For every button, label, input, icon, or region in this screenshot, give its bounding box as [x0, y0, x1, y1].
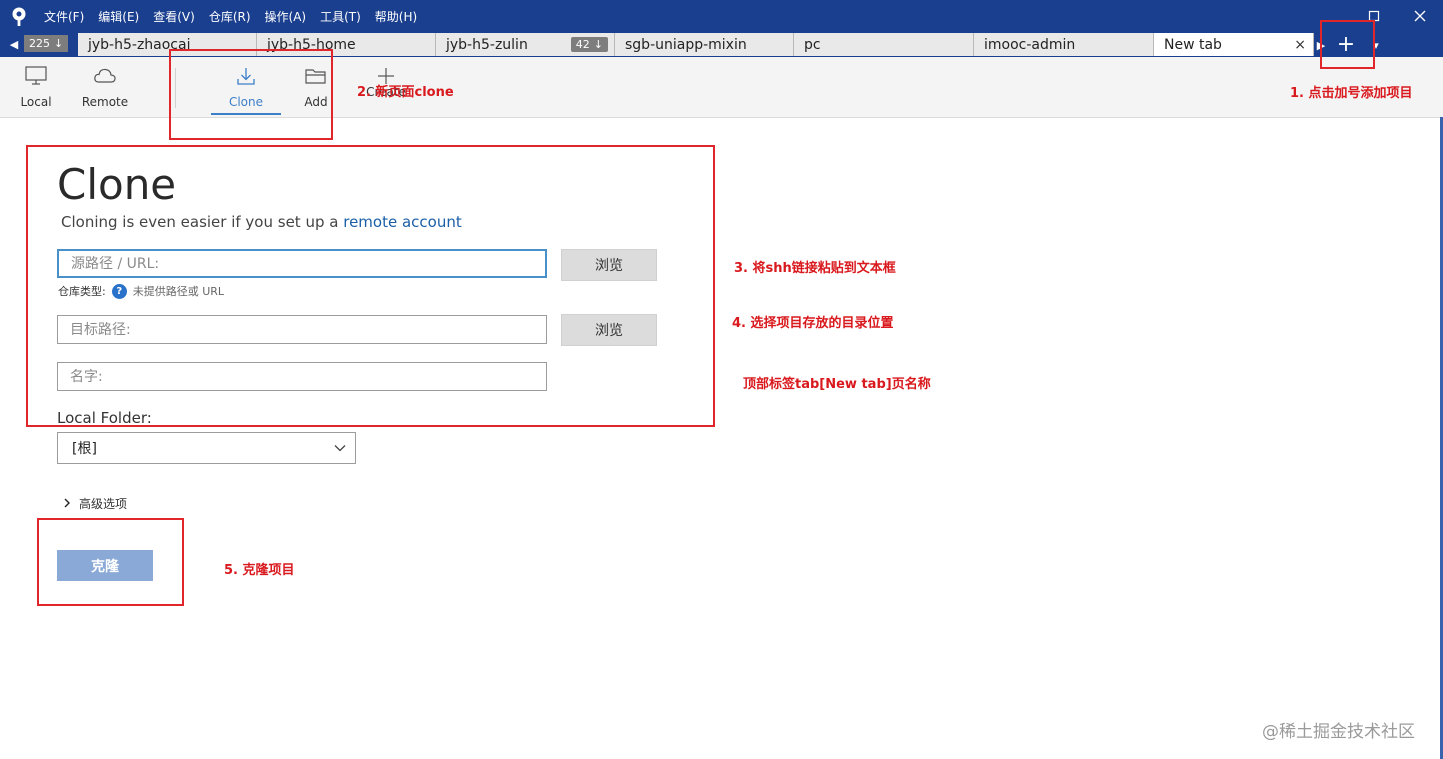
menu-tools[interactable]: 工具(T) — [320, 8, 361, 25]
sourcetree-logo-icon — [9, 6, 29, 26]
local-label: Local — [20, 95, 52, 109]
tab-imooc-admin[interactable]: imooc-admin — [974, 33, 1154, 56]
local-button[interactable]: Local — [20, 63, 52, 109]
menu-repository[interactable]: 仓库(R) — [209, 8, 251, 25]
menu-bar: 文件(F) 编辑(E) 查看(V) 仓库(R) 操作(A) 工具(T) 帮助(H… — [44, 8, 417, 25]
arrow-down-icon: ↓ — [593, 38, 603, 51]
menu-help[interactable]: 帮助(H) — [375, 8, 417, 25]
annotation-tab-note: 顶部标签tab[New tab]页名称 — [743, 377, 931, 392]
menu-file[interactable]: 文件(F) — [44, 8, 84, 25]
tab-label: sgb-uniapp-mixin — [625, 36, 747, 53]
annotation-box-form — [26, 145, 715, 427]
tab-sgb-uniapp-mixin[interactable]: sgb-uniapp-mixin — [615, 33, 794, 56]
badge-count: 42 — [575, 38, 590, 51]
annotation-box-plus — [1320, 20, 1375, 69]
local-folder-select[interactable]: [根] — [57, 432, 356, 464]
remote-label: Remote — [81, 95, 129, 109]
badge-count: 225 — [29, 37, 50, 50]
close-tab-icon[interactable]: × — [1294, 37, 1306, 53]
advanced-options-toggle[interactable]: 高级选项 — [63, 495, 127, 512]
cloud-icon — [92, 63, 118, 89]
tab-label: jyb-h5-zulin — [446, 36, 528, 53]
tab-label: imooc-admin — [984, 36, 1076, 53]
annotation-step3: 3. 将shh链接粘贴到文本框 — [734, 261, 896, 276]
tab-badge: 42 ↓ — [570, 37, 608, 52]
close-window-icon[interactable] — [1410, 6, 1430, 26]
menu-actions[interactable]: 操作(A) — [265, 8, 307, 25]
remote-button[interactable]: Remote — [82, 63, 128, 109]
annotation-step5: 5. 克隆项目 — [224, 563, 295, 578]
tab-scroll-left-icon[interactable]: ◀ — [8, 35, 20, 53]
menu-view[interactable]: 查看(V) — [153, 8, 195, 25]
tab-lead-badge: 225 ↓ — [24, 35, 69, 52]
annotation-box-clone-button — [37, 518, 184, 606]
tab-new-tab[interactable]: New tab × — [1154, 33, 1314, 56]
tab-pc[interactable]: pc — [794, 33, 974, 56]
tab-label: New tab — [1164, 36, 1222, 53]
advanced-options-label: 高级选项 — [79, 497, 128, 511]
chevron-down-icon — [333, 441, 347, 459]
tab-jyb-h5-zulin[interactable]: jyb-h5-zulin 42 ↓ — [436, 33, 615, 56]
annotation-step2: 2. 新页面clone — [357, 85, 454, 100]
annotation-box-clone — [169, 49, 333, 140]
local-folder-value: [根] — [72, 441, 97, 457]
arrow-down-icon: ↓ — [54, 37, 64, 50]
tab-label: pc — [804, 36, 821, 53]
watermark: @稀土掘金技术社区 — [1262, 722, 1415, 742]
annotation-step1: 1. 点击加号添加项目 — [1290, 86, 1413, 101]
chevron-right-icon — [63, 497, 71, 511]
annotation-step4: 4. 选择项目存放的目录位置 — [732, 316, 894, 331]
menu-edit[interactable]: 编辑(E) — [98, 8, 139, 25]
monitor-icon — [23, 63, 49, 89]
